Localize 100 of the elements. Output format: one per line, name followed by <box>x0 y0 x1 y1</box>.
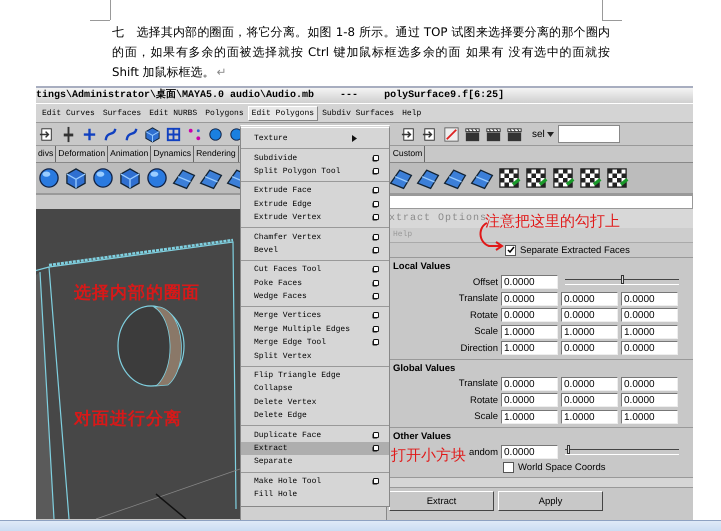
section-title: Local Values <box>393 261 451 272</box>
option-box-icon[interactable] <box>372 432 379 439</box>
action-button[interactable]: Extract <box>389 491 494 511</box>
menu-item[interactable]: Chamfer Vertex <box>241 230 389 244</box>
menu-item[interactable]: Subdivide <box>241 151 389 165</box>
menu-item[interactable]: Subdiv Surfaces <box>318 106 398 120</box>
menu-item[interactable]: Extract <box>241 442 389 456</box>
checkbox-label: World Space Coords <box>518 462 606 473</box>
option-box-icon[interactable] <box>372 280 379 287</box>
menu-item[interactable]: Bevel <box>241 244 389 258</box>
menu-item[interactable]: Poke Faces <box>241 276 389 290</box>
checkbox[interactable] <box>505 244 516 256</box>
number-field[interactable]: 0.0000 <box>501 376 558 391</box>
menu-item[interactable]: Extrude Vertex <box>241 210 389 224</box>
field-label: Rotate <box>469 394 499 406</box>
number-field[interactable]: 0.0000 <box>621 376 678 391</box>
annotation-text: 选择内部的圈面 <box>74 282 200 304</box>
menu-item[interactable]: Merge Multiple Edges <box>241 322 389 336</box>
menu-item[interactable]: Help <box>398 106 426 120</box>
menu-item[interactable]: Collapse <box>241 382 389 396</box>
selection-mode-label[interactable]: sel <box>532 128 545 140</box>
number-field[interactable]: 0.0000 <box>561 393 618 408</box>
number-field[interactable]: 1.0000 <box>561 410 618 424</box>
checkbox[interactable] <box>503 462 514 473</box>
option-box-icon[interactable] <box>372 326 379 333</box>
caret-icon[interactable] <box>546 132 554 136</box>
shelf-tab[interactable]: Animation <box>108 146 152 162</box>
menu-item[interactable]: Separate <box>241 455 389 469</box>
action-button[interactable]: Apply <box>498 491 603 511</box>
menu-item[interactable]: Wedge Faces <box>241 290 389 304</box>
annotation-text: 注意把这里的勾打上 <box>485 212 620 231</box>
menu-item[interactable]: Split Polygon Tool <box>241 164 389 178</box>
number-field[interactable]: 1.0000 <box>501 410 558 424</box>
option-box-icon[interactable] <box>372 246 379 254</box>
number-field[interactable]: 0.0000 <box>501 308 558 322</box>
number-field[interactable]: 0.0000 <box>621 341 678 356</box>
slider-thumb[interactable] <box>620 275 624 284</box>
number-field[interactable]: 0.0000 <box>501 275 558 290</box>
menu-item[interactable]: Edit Curves <box>38 106 99 120</box>
field-label: Direction <box>460 342 499 354</box>
cube-icon[interactable] <box>143 124 162 144</box>
option-box-icon[interactable] <box>372 445 379 452</box>
option-box-icon[interactable] <box>372 339 379 346</box>
number-field[interactable]: 1.0000 <box>501 324 558 339</box>
menu-item[interactable]: Fill Hole <box>241 488 389 502</box>
option-box-icon[interactable] <box>372 214 379 222</box>
field-label: Rotate <box>469 310 499 321</box>
number-field[interactable]: 0.0000 <box>621 292 678 306</box>
menu-item[interactable]: Edit NURBS <box>145 106 202 120</box>
shelf-tab[interactable]: Deformation <box>56 146 108 162</box>
number-field[interactable]: 0.0000 <box>621 393 678 408</box>
menu-item[interactable]: Delete Vertex <box>241 396 389 410</box>
slider-thumb[interactable] <box>567 445 570 454</box>
option-box-icon[interactable] <box>372 187 379 194</box>
number-field[interactable]: 0.0000 <box>561 292 618 306</box>
menu-item[interactable]: Extrude Edge <box>241 198 389 211</box>
menu-item[interactable]: Flip Triangle Edge <box>241 368 389 382</box>
menu-item[interactable]: Merge Edge Tool <box>241 336 389 350</box>
number-field[interactable]: 0.0000 <box>621 308 678 322</box>
number-field[interactable]: 1.0000 <box>621 324 678 339</box>
number-field[interactable]: 0.0000 <box>501 393 558 408</box>
number-field[interactable]: 0.0000 <box>501 292 558 306</box>
input-field[interactable] <box>558 125 620 143</box>
option-box-icon[interactable] <box>372 293 379 300</box>
menu-item[interactable]: Polygons <box>201 106 248 120</box>
number-field[interactable]: 0.0000 <box>561 376 618 391</box>
menu-item[interactable]: Delete Edge <box>241 409 389 422</box>
number-field[interactable]: 0.0000 <box>501 445 558 460</box>
menu-item[interactable]: Texture <box>241 132 389 146</box>
option-box-icon[interactable] <box>372 168 379 175</box>
submenu-arrow-icon <box>352 135 357 142</box>
field-label: Scale <box>473 326 499 338</box>
number-field[interactable]: 0.0000 <box>561 308 618 322</box>
shelf-tab[interactable]: Rendering <box>194 146 239 162</box>
field-label: andom <box>468 446 498 458</box>
menu-item[interactable]: Surfaces <box>98 106 146 120</box>
checkbox-label: Separate Extracted Faces <box>520 244 630 256</box>
section-title: Global Values <box>393 362 456 374</box>
option-box-icon[interactable] <box>372 478 379 485</box>
menu-item[interactable]: Edit Polygons <box>248 106 318 120</box>
menu-item[interactable]: Split Vertex <box>241 349 389 363</box>
option-box-icon[interactable] <box>372 200 379 208</box>
menu-item[interactable]: Extrude Face <box>241 184 389 198</box>
number-field[interactable]: 1.0000 <box>561 324 618 339</box>
shelf-tab[interactable]: Dynamics <box>151 146 194 162</box>
annotation-text: 打开小方块 <box>391 446 466 465</box>
option-box-icon[interactable] <box>372 154 379 162</box>
number-field[interactable]: 0.0000 <box>561 341 618 356</box>
menu-item[interactable]: Make Hole Tool <box>241 474 389 488</box>
option-box-icon[interactable] <box>372 234 379 241</box>
brush-icon[interactable] <box>442 124 461 144</box>
field-label: Translate <box>458 378 499 390</box>
option-box-icon[interactable] <box>372 266 379 274</box>
option-box-icon[interactable] <box>372 312 379 320</box>
number-field[interactable]: 1.0000 <box>621 410 678 424</box>
shelf-tab[interactable]: divs <box>36 146 56 162</box>
number-field[interactable]: 1.0000 <box>501 341 558 356</box>
menu-item[interactable]: Duplicate Face <box>241 428 389 442</box>
menu-item[interactable]: Cut Faces Tool <box>241 263 389 277</box>
menu-item[interactable]: Merge Vertices <box>241 309 389 323</box>
